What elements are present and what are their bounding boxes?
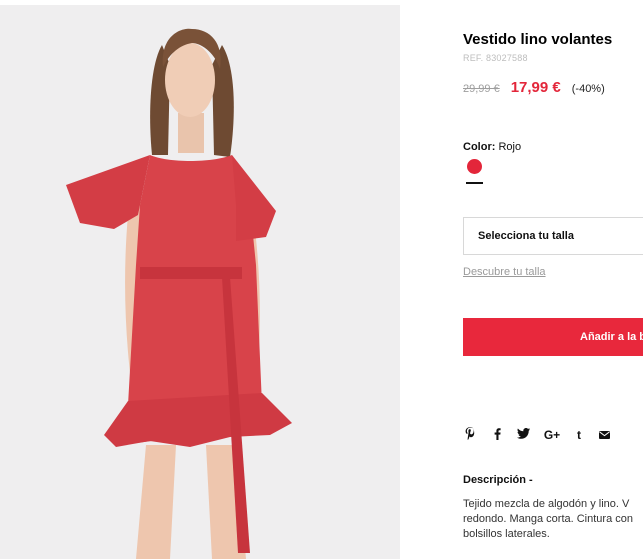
size-guide-link[interactable]: Descubre tu talla (463, 266, 546, 278)
price-row: 29,99 € 17,99 € (-40%) (463, 79, 605, 96)
color-value: Rojo (498, 141, 522, 153)
selected-swatch-indicator (466, 182, 483, 184)
facebook-icon[interactable] (490, 427, 504, 443)
product-reference: REF. 83027588 (463, 53, 528, 63)
email-icon[interactable] (598, 428, 611, 442)
pinterest-icon[interactable] (463, 427, 477, 443)
model-photo (0, 5, 400, 559)
color-label-title: Color: (463, 141, 496, 153)
google-plus-icon[interactable]: G+ (542, 429, 562, 441)
product-title: Vestido lino volantes (463, 31, 613, 48)
description-line: bolsillos laterales. (463, 528, 550, 540)
description-text: Tejido mezcla de algodón y lino. V redon… (463, 497, 643, 542)
size-select[interactable]: Selecciona tu talla (463, 217, 643, 255)
add-to-cart-button[interactable]: Añadir a la b (463, 318, 643, 356)
color-swatch-red[interactable] (467, 159, 482, 174)
product-image[interactable] (0, 5, 400, 559)
tumblr-icon[interactable]: t (574, 429, 584, 441)
twitter-icon[interactable] (515, 428, 531, 442)
description-title[interactable]: Descripción - (463, 474, 533, 486)
description-line: Tejido mezcla de algodón y lino. V (463, 498, 630, 510)
sale-price: 17,99 € (510, 79, 561, 96)
discount-badge: (-40%) (571, 83, 605, 95)
original-price: 29,99 € (463, 83, 500, 95)
color-label: Color: Rojo (463, 141, 521, 153)
product-info: Vestido lino volantes REF. 83027588 29,9… (463, 0, 643, 559)
description-line: redondo. Manga corta. Cintura con (463, 513, 633, 525)
share-bar: G+ t (463, 427, 611, 443)
